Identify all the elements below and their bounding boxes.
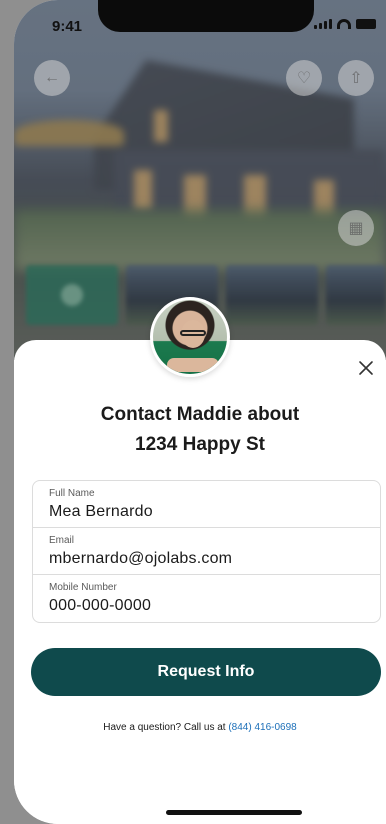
wifi-icon (337, 19, 351, 29)
battery-icon (356, 19, 376, 29)
signal-icon (314, 19, 332, 29)
close-button[interactable] (354, 356, 378, 380)
mobile-number-input[interactable]: 000-000-0000 (49, 594, 380, 618)
gallery-button[interactable]: ▦ (338, 210, 374, 246)
full-name-field[interactable]: Full Name Mea Bernardo (33, 481, 380, 528)
email-input[interactable]: mbernardo@ojolabs.com (49, 547, 380, 571)
title-line-2: 1234 Happy St (135, 434, 265, 455)
help-question: Have a question? Call us at (103, 722, 226, 733)
agent-avatar (150, 297, 230, 377)
sheet-title: Contact Maddie about 1234 Happy St (14, 400, 386, 460)
share-icon: ⇧ (349, 70, 363, 87)
favorite-button[interactable]: ♡ (286, 60, 322, 96)
thumbnail-map[interactable] (26, 265, 118, 325)
full-name-input[interactable]: Mea Bernardo (49, 500, 380, 524)
title-line-1: Contact Maddie about (100, 404, 300, 425)
thumbnail[interactable] (326, 265, 386, 325)
status-time: 9:41 (52, 18, 83, 35)
contact-form: Full Name Mea Bernardo Email mbernardo@o… (32, 480, 381, 623)
thumbnail[interactable] (226, 265, 318, 325)
grid-icon: ▦ (348, 220, 364, 237)
email-field[interactable]: Email mbernardo@ojolabs.com (33, 528, 380, 575)
field-label: Email (49, 535, 75, 546)
phone-link[interactable]: (844) 416-0698 (228, 722, 296, 733)
arrow-left-icon: ← (44, 69, 60, 86)
field-label: Mobile Number (49, 582, 117, 593)
field-label: Full Name (49, 488, 95, 499)
heart-icon: ♡ (296, 70, 312, 87)
device-notch (98, 0, 314, 32)
mobile-number-field[interactable]: Mobile Number 000-000-0000 (33, 575, 380, 622)
share-button[interactable]: ⇧ (338, 60, 374, 96)
home-indicator (166, 810, 302, 815)
phone-screen: 9:41 ← ♡ ⇧ ▦ Contact Maddie about 1234 H… (14, 0, 386, 824)
help-text: Have a question? Call us at (844) 416-06… (14, 722, 386, 733)
back-button[interactable]: ← (34, 60, 70, 96)
request-info-button[interactable]: Request Info (31, 648, 381, 696)
status-icons (314, 19, 376, 29)
close-icon (359, 361, 373, 375)
